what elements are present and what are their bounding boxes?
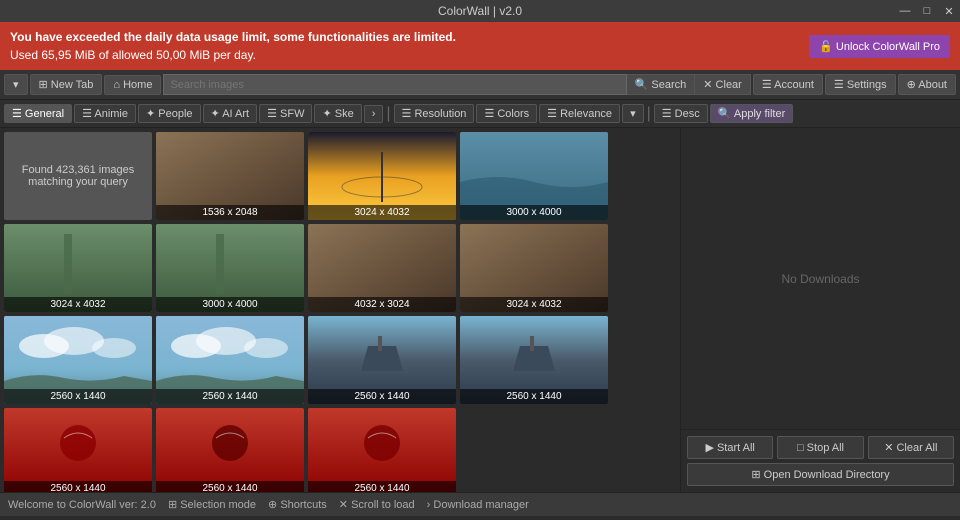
shortcuts-item[interactable]: ⊕ Shortcuts: [268, 498, 327, 511]
image-size-label: 3024 x 4032: [4, 297, 152, 312]
image-size-label: 3000 x 4000: [460, 205, 608, 220]
image-size-label: 2560 x 1440: [4, 481, 152, 492]
image-thumbnail[interactable]: 3000 x 4000: [156, 224, 304, 312]
download-manager[interactable]: › Download manager: [427, 499, 529, 511]
right-panel: No Downloads ▶ Start All □ Stop All ✕ Cl…: [680, 128, 960, 492]
filter-sfw[interactable]: ☰ SFW: [259, 104, 312, 123]
search-container: 🔍 Search ✕ Clear: [163, 74, 750, 95]
image-size-label: 2560 x 1440: [4, 389, 152, 404]
downloads-area: No Downloads: [681, 128, 960, 429]
filter-bar: ☰ General ☰ Animie ✦ People ✦ AI Art ☰ S…: [0, 100, 960, 128]
image-thumbnail[interactable]: 4032 x 3024: [308, 224, 456, 312]
filter-more2[interactable]: ▾: [622, 104, 644, 123]
home-button[interactable]: ⌂ Home: [104, 75, 161, 95]
maximize-button[interactable]: □: [916, 0, 938, 22]
image-size-label: 2560 x 1440: [156, 481, 304, 492]
image-thumbnail[interactable]: 2560 x 1440: [156, 316, 304, 404]
filter-sketch[interactable]: ✦ Ske: [314, 104, 361, 123]
image-thumbnail[interactable]: 2560 x 1440: [460, 316, 608, 404]
image-size-label: 4032 x 3024: [308, 297, 456, 312]
search-input[interactable]: [163, 74, 626, 95]
image-size-label: 2560 x 1440: [308, 389, 456, 404]
image-thumbnail[interactable]: 3024 x 4032: [4, 224, 152, 312]
minimize-button[interactable]: —: [894, 0, 916, 22]
app-title: ColorWall | v2.0: [438, 4, 522, 18]
image-thumbnail[interactable]: 2560 x 1440: [308, 316, 456, 404]
about-button[interactable]: ⊕ About: [898, 74, 956, 95]
found-count-box: Found 423,361 images matching your query: [4, 132, 152, 220]
image-size-label: 3000 x 4000: [156, 297, 304, 312]
filter-separator: |: [386, 105, 390, 123]
image-size-label: 3024 x 4032: [460, 297, 608, 312]
image-thumbnail[interactable]: 2560 x 1440: [308, 408, 456, 492]
start-all-button[interactable]: ▶ Start All: [687, 436, 773, 459]
image-size-label: 1536 x 2048: [156, 205, 304, 220]
title-bar: ColorWall | v2.0 — □ ✕: [0, 0, 960, 22]
dl-btn-row1: ▶ Start All □ Stop All ✕ Clear All: [687, 436, 954, 459]
stop-all-button[interactable]: □ Stop All: [777, 436, 863, 459]
found-text: Found 423,361 images: [22, 164, 135, 176]
open-directory-button[interactable]: ⊞ Open Download Directory: [687, 463, 954, 486]
image-size-label: 3024 x 4032: [308, 205, 456, 220]
new-tab-button[interactable]: ⊞ New Tab: [30, 74, 103, 95]
image-thumbnail[interactable]: 2560 x 1440: [4, 316, 152, 404]
image-thumbnail[interactable]: 3024 x 4032: [308, 132, 456, 220]
image-size-label: 2560 x 1440: [156, 389, 304, 404]
filter-more[interactable]: ›: [364, 105, 384, 123]
dl-btn-row2: ⊞ Open Download Directory: [687, 463, 954, 486]
close-button[interactable]: ✕: [938, 0, 960, 22]
alert-banner: You have exceeded the daily data usage l…: [0, 22, 960, 70]
filter-resolution[interactable]: ☰ Resolution: [394, 104, 475, 123]
alert-line2: Used 65,95 MiB of allowed 50,00 MiB per …: [10, 48, 256, 62]
image-thumbnail[interactable]: 1536 x 2048: [156, 132, 304, 220]
apply-filter-button[interactable]: 🔍 Apply filter: [710, 104, 794, 123]
filter-people[interactable]: ✦ People: [138, 104, 201, 123]
alert-text: You have exceeded the daily data usage l…: [10, 28, 809, 64]
image-size-label: 2560 x 1440: [460, 389, 608, 404]
filter-ai-art[interactable]: ✦ AI Art: [203, 104, 258, 123]
filter-relevance[interactable]: ☰ Relevance: [539, 104, 620, 123]
filter-animie[interactable]: ☰ Animie: [74, 104, 136, 123]
account-button[interactable]: ☰ Account: [753, 74, 823, 95]
image-size-label: 2560 x 1440: [308, 481, 456, 492]
unlock-button[interactable]: 🔓 Unlock ColorWall Pro: [809, 35, 950, 58]
clear-all-button[interactable]: ✕ Clear All: [868, 436, 954, 459]
scroll-to-load[interactable]: ✕ Scroll to load: [339, 498, 415, 511]
image-thumbnail[interactable]: 2560 x 1440: [4, 408, 152, 492]
found-subtext: matching your query: [22, 176, 135, 188]
image-thumbnail[interactable]: 2560 x 1440: [156, 408, 304, 492]
image-thumbnail[interactable]: 3000 x 4000: [460, 132, 608, 220]
toolbar: ▾ ⊞ New Tab ⌂ Home 🔍 Search ✕ Clear ☰ Ac…: [0, 70, 960, 100]
welcome-text: Welcome to ColorWall ver: 2.0: [8, 499, 156, 511]
selection-mode[interactable]: ⊞ Selection mode: [168, 498, 256, 511]
filter-separator2: |: [647, 105, 651, 123]
status-bar: Welcome to ColorWall ver: 2.0 ⊞ Selectio…: [0, 492, 960, 516]
search-button[interactable]: 🔍 Search: [627, 74, 696, 95]
no-downloads-text: No Downloads: [781, 272, 859, 286]
settings-button[interactable]: ☰ Settings: [825, 74, 896, 95]
download-controls: ▶ Start All □ Stop All ✕ Clear All ⊞ Ope…: [681, 429, 960, 492]
image-thumbnail[interactable]: 3024 x 4032: [460, 224, 608, 312]
filter-desc[interactable]: ☰ Desc: [654, 104, 708, 123]
main-area: Found 423,361 images matching your query…: [0, 128, 960, 492]
clear-button[interactable]: ✕ Clear: [695, 74, 751, 95]
filter-colors[interactable]: ☰ Colors: [476, 104, 537, 123]
image-grid: Found 423,361 images matching your query…: [0, 128, 680, 492]
dropdown-button[interactable]: ▾: [4, 74, 28, 95]
alert-line1: You have exceeded the daily data usage l…: [10, 30, 456, 44]
filter-general[interactable]: ☰ General: [4, 104, 72, 123]
